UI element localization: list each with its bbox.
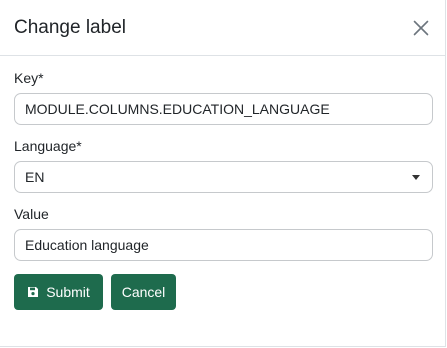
change-label-dialog: Change label Key* MODULE.COLUMNS.EDUCATI… [0, 0, 446, 347]
dialog-title: Change label [14, 16, 126, 38]
dialog-body: Key* MODULE.COLUMNS.EDUCATION_LANGUAGE L… [0, 56, 445, 310]
caret-down-icon [412, 174, 420, 180]
language-field-group: Language* EN [14, 138, 433, 193]
key-label: Key* [14, 70, 44, 86]
language-select[interactable]: EN [14, 161, 433, 193]
value-field-group: Value Education language [14, 206, 433, 261]
close-button[interactable] [409, 16, 433, 40]
close-icon [413, 20, 429, 35]
cancel-label: Cancel [121, 284, 166, 300]
language-label: Language* [14, 138, 82, 154]
form-actions: Submit Cancel [14, 274, 431, 310]
save-icon [27, 286, 39, 298]
key-input[interactable]: MODULE.COLUMNS.EDUCATION_LANGUAGE [14, 93, 433, 125]
value-input[interactable]: Education language [14, 229, 433, 261]
key-field-group: Key* MODULE.COLUMNS.EDUCATION_LANGUAGE [14, 70, 433, 125]
dialog-header: Change label [0, 0, 445, 56]
submit-label: Submit [46, 284, 90, 300]
value-label: Value [14, 206, 49, 222]
submit-button[interactable]: Submit [14, 274, 103, 310]
language-selected-value: EN [25, 169, 45, 185]
cancel-button[interactable]: Cancel [111, 274, 176, 310]
